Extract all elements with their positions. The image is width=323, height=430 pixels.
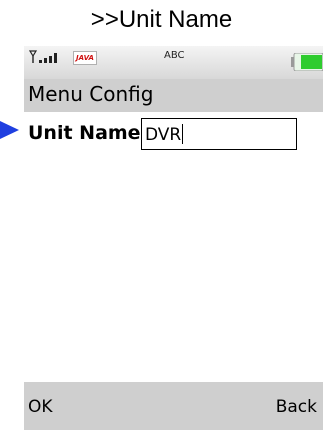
java-badge-icon: JAVA [73,51,97,65]
signal-bars-icon [29,50,57,63]
phone-screen: JAVA ABC Menu Config Unit Name DVR OK Ba… [24,46,323,430]
back-softkey[interactable]: Back [276,397,317,417]
unit-name-label: Unit Name [28,122,141,144]
caption-title: >>Unit Name [90,6,233,33]
unit-name-value: DVR [145,124,184,145]
softkey-bar: OK Back [24,382,323,430]
battery-icon [291,53,323,71]
title-bar: Menu Config [24,79,323,112]
ok-softkey[interactable]: OK [28,397,53,417]
input-mode-indicator: ABC [164,50,185,61]
selection-arrow-icon [0,121,19,139]
unit-name-text: DVR [145,125,182,145]
page-title: Menu Config [28,82,154,106]
text-caret [182,124,184,144]
status-bar: JAVA ABC [24,46,323,79]
unit-name-input[interactable]: DVR [141,118,297,150]
